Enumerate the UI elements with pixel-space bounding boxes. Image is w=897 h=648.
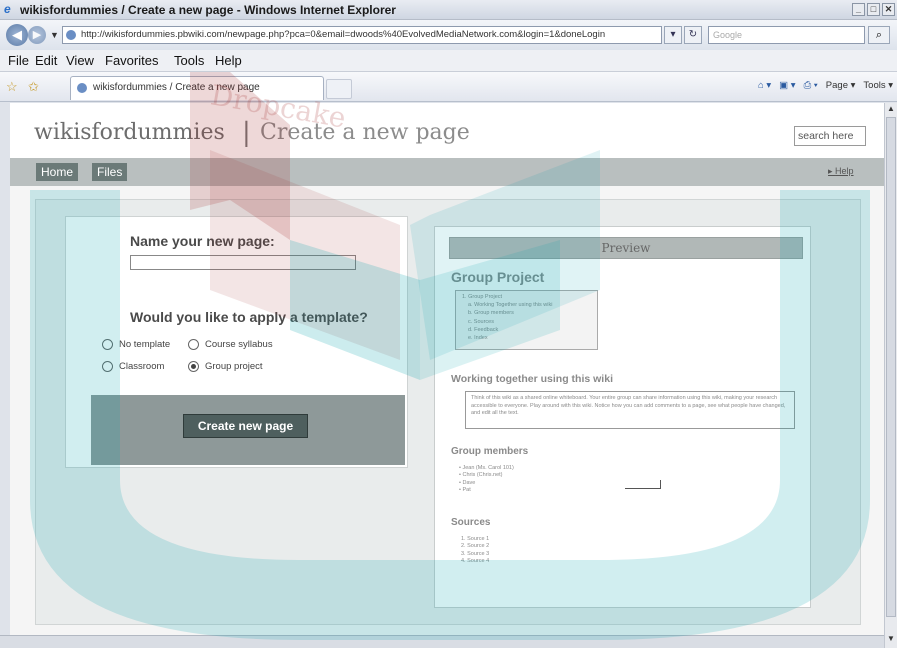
- list-item: 2. Source 2: [461, 543, 490, 550]
- radio-group-project[interactable]: Group project: [188, 361, 263, 372]
- favorites-bar: ☆ ✩ wikisfordummies / Create a new page …: [0, 72, 897, 102]
- radio-label: No template: [119, 339, 171, 351]
- address-dropdown-button[interactable]: ▾: [664, 26, 682, 44]
- radio-classroom[interactable]: Classroom: [102, 361, 164, 372]
- home-icon[interactable]: ⌂ ▾: [758, 80, 771, 91]
- title-separator: |: [242, 118, 251, 148]
- vertical-scrollbar[interactable]: ▲ ▼: [884, 103, 897, 648]
- menu-view[interactable]: View: [66, 53, 94, 68]
- menu-edit[interactable]: Edit: [35, 53, 57, 68]
- scroll-up-icon[interactable]: ▲: [886, 104, 896, 116]
- page-menu-button[interactable]: Page ▾: [826, 80, 856, 91]
- radio-no-template[interactable]: No template: [102, 339, 170, 350]
- radio-label: Course syllabus: [205, 339, 273, 351]
- menu-favorites[interactable]: Favorites: [105, 53, 158, 68]
- menu-bar: File Edit View Favorites Tools Help: [0, 50, 897, 72]
- page-title: Create a new page: [260, 120, 470, 145]
- close-button[interactable]: ✕: [882, 3, 895, 16]
- radio-circle[interactable]: [102, 339, 113, 350]
- toc-item: c. Sources: [468, 318, 494, 325]
- mouse-trail-tick: [660, 480, 661, 489]
- preview-sources-list: 1. Source 1 2. Source 2 3. Source 3 4. S…: [461, 536, 489, 566]
- site-header: wikisfordummies | Create a new page sear…: [10, 103, 884, 158]
- list-item: • Chris (Chris.net): [459, 472, 503, 479]
- preview-section-heading: Group members: [451, 446, 529, 457]
- forward-button[interactable]: ▶: [28, 26, 46, 44]
- search-input[interactable]: Google: [708, 26, 865, 44]
- history-dropdown-icon[interactable]: ▼: [50, 30, 59, 40]
- preview-toc: 1. Group Project a. Working Together usi…: [455, 290, 598, 350]
- maximize-button[interactable]: □: [867, 3, 880, 16]
- preview-section-heading: Sources: [451, 517, 491, 528]
- radio-label: Classroom: [119, 361, 165, 373]
- minimize-button[interactable]: _: [852, 3, 865, 16]
- page-viewport: wikisfordummies | Create a new page sear…: [10, 103, 884, 635]
- tab-favicon-icon: [77, 83, 87, 93]
- toc-item: 1. Group Project: [462, 294, 503, 300]
- toc-item: e. Index: [468, 335, 488, 342]
- refresh-button[interactable]: ↻: [684, 26, 702, 44]
- site-search-input[interactable]: search here: [794, 126, 866, 146]
- status-bar: [0, 635, 884, 648]
- list-item: 4. Source 4: [461, 558, 490, 565]
- nav-files-button[interactable]: Files: [92, 163, 128, 181]
- radio-circle[interactable]: [102, 361, 113, 372]
- back-button[interactable]: ◀: [6, 24, 28, 46]
- menu-file[interactable]: File: [8, 53, 29, 68]
- list-item: • Dave: [459, 479, 476, 486]
- nav-home-button[interactable]: Home: [36, 163, 79, 181]
- page-name-label: Name your new page:: [130, 233, 275, 249]
- address-url: http://wikisfordummies.pbwiki.com/newpag…: [81, 29, 606, 40]
- window-title: wikisfordummies / Create a new page - Wi…: [20, 3, 396, 17]
- preview-header: Preview: [449, 237, 803, 259]
- list-item: • Jean (Ms. Carol 101): [459, 465, 514, 471]
- tab-label: wikisfordummies / Create a new page: [93, 82, 260, 93]
- site-nav: Home Files ▸ Help: [10, 158, 884, 186]
- toc-item: b. Group members: [468, 310, 514, 317]
- add-favorite-icon[interactable]: ✩: [28, 79, 39, 95]
- page-name-input[interactable]: [130, 255, 356, 270]
- radio-circle[interactable]: [188, 339, 199, 350]
- address-field[interactable]: http://wikisfordummies.pbwiki.com/newpag…: [62, 26, 662, 44]
- toc-item: a. Working Together using this wiki: [468, 302, 553, 309]
- address-toolbar: ◀ ▶ ▼ http://wikisfordummies.pbwiki.com/…: [0, 20, 897, 50]
- new-tab-button[interactable]: [326, 79, 352, 99]
- preview-members-list: • Jean (Ms. Carol 101) • Chris (Chris.ne…: [459, 465, 514, 495]
- radio-label: Group project: [205, 361, 263, 373]
- page-favicon-icon: [66, 30, 76, 40]
- preview-title: Group Project: [451, 269, 545, 285]
- wiki-name[interactable]: wikisfordummies: [34, 120, 225, 145]
- create-new-page-button[interactable]: Create new page: [183, 414, 308, 438]
- tools-menu-button[interactable]: Tools ▾: [863, 80, 893, 91]
- mouse-trail: [625, 488, 661, 489]
- template-label: Would you like to apply a template?: [130, 309, 368, 325]
- create-button-band: Create new page: [91, 395, 405, 465]
- scroll-thumb[interactable]: [886, 117, 896, 617]
- menu-tools[interactable]: Tools: [174, 53, 204, 68]
- feeds-icon[interactable]: ▣ ▾: [779, 80, 795, 91]
- favorites-star-icon[interactable]: ☆: [6, 79, 18, 95]
- list-item: • Pat: [459, 487, 471, 494]
- help-link[interactable]: ▸ Help: [828, 166, 854, 177]
- scroll-down-icon[interactable]: ▼: [886, 634, 896, 646]
- toc-item: d. Feedback: [468, 326, 499, 333]
- list-item: 3. Source 3: [461, 550, 490, 557]
- template-preview: Preview Group Project 1. Group Project a…: [434, 226, 811, 608]
- list-item: 1. Source 1: [461, 536, 490, 542]
- help-link-label: Help: [835, 166, 854, 176]
- preview-section-text: Think of this wiki as a shared online wh…: [465, 391, 795, 429]
- ie-logo-icon: e: [4, 2, 11, 16]
- radio-circle-selected[interactable]: [188, 361, 199, 372]
- title-bar: e wikisfordummies / Create a new page - …: [0, 0, 897, 20]
- print-icon[interactable]: ⎙ ▾: [804, 80, 818, 91]
- preview-section-heading: Working together using this wiki: [451, 373, 613, 385]
- menu-help[interactable]: Help: [215, 53, 242, 68]
- radio-course-syllabus[interactable]: Course syllabus: [188, 339, 273, 350]
- search-icon[interactable]: ⌕: [868, 26, 890, 44]
- tab-active[interactable]: wikisfordummies / Create a new page: [70, 76, 324, 100]
- browser-window: e wikisfordummies / Create a new page - …: [0, 0, 897, 648]
